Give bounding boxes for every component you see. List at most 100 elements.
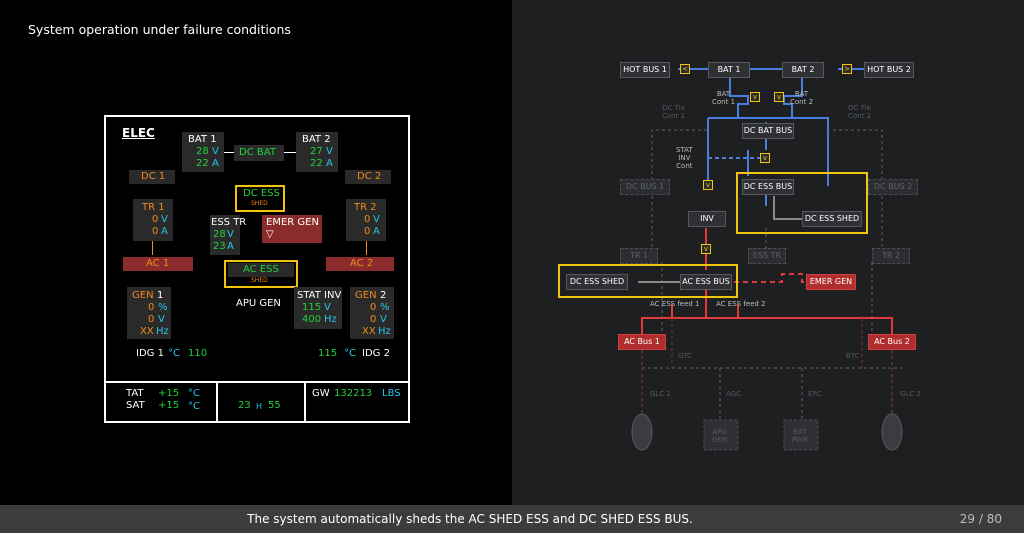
ac-ess-label: AC ESS (243, 264, 279, 275)
gen2-pct: 0 (370, 302, 377, 313)
hot-bus-1-node: HOT BUS 1 (620, 62, 670, 78)
stat-inv-cont-label: STAT INV Cont (676, 146, 693, 170)
idg2-temp: 115 (318, 348, 338, 359)
tr1-amps: 0 (152, 226, 159, 237)
tr2-label: TR 2 (354, 202, 377, 213)
right-panel: HOT BUS 1 < BAT 1 BAT 2 > HOT BUS 2 v BA… (512, 0, 1024, 505)
bat-2-node: BAT 2 (782, 62, 824, 78)
tr2-a-unit: A (373, 226, 380, 237)
gen1-pct: 0 (148, 302, 155, 313)
bat-cont-1-label: BAT Cont 1 (712, 90, 736, 106)
hot-bus-2-node: HOT BUS 2 (864, 62, 914, 78)
slide-caption: The system automatically sheds the AC SH… (247, 512, 693, 526)
apu-gen-label: APU GEN (712, 428, 728, 444)
dc-ess-shed-node: DC ESS SHED (802, 211, 862, 227)
time-hours: 23 (238, 400, 251, 411)
bat2-v-unit: V (326, 146, 333, 157)
emer-gen-triangle-icon: ▽ (266, 229, 274, 240)
gw-label: GW (312, 388, 330, 399)
dc-bat-bus-node: DC BAT BUS (742, 123, 794, 139)
gen1-label: GEN (132, 290, 154, 301)
tr2-amps: 0 (364, 226, 371, 237)
tr1-ac1-line (152, 241, 153, 255)
sat-value: +15 (158, 400, 180, 411)
ess-tr-amps: 23 (213, 241, 226, 252)
inv-node: INV (688, 211, 726, 227)
tat-label: TAT (126, 388, 144, 399)
inv-ac-arrow-icon: v (701, 244, 711, 254)
epc-label: EPC (808, 390, 822, 398)
gen2-number: 2 (380, 290, 387, 301)
gw-unit: LBS (382, 388, 401, 399)
idg2-unit: °C (344, 348, 356, 359)
dc1-label: DC 1 (141, 171, 166, 182)
ess-tr-node: ESS TR (748, 248, 786, 264)
ess-tr-a-unit: A (227, 241, 234, 252)
tr1-volts: 0 (152, 214, 159, 225)
sat-label: SAT (126, 400, 145, 411)
emer-gen-label: EMER GEN (266, 217, 319, 228)
dc-ess-shed: SHED (251, 200, 268, 207)
agc-label: AGC (726, 390, 741, 398)
tr2-volts: 0 (364, 214, 371, 225)
ecam-elec-page: ELEC BAT 1 28 V 22 A BAT 2 27 V 22 A DC … (104, 115, 410, 423)
ecam-title: ELEC (122, 126, 155, 140)
gen1-hz-unit: Hz (156, 326, 169, 337)
gen2-volts: 0 (370, 314, 377, 325)
bat2-volts: 27 (310, 146, 323, 157)
tr-2-node: TR 2 (872, 248, 910, 264)
gtc-label: GTC (678, 352, 692, 360)
bat1-dcbat-line (224, 152, 234, 153)
ac-ess-feed-wiring (734, 273, 810, 283)
ext-pwr-label: EXT PWR (792, 428, 809, 444)
gw-value: 132213 (334, 388, 373, 399)
dc-ess-label: DC ESS (243, 188, 280, 199)
tat-value: +15 (158, 388, 180, 399)
bat1-volts: 28 (196, 146, 209, 157)
idg1-temp: 110 (188, 348, 208, 359)
gen-pods (631, 413, 903, 451)
gen2-hz: XX (362, 326, 376, 337)
emer-gen-node: EMER GEN (806, 274, 856, 290)
bat1-a-unit: A (212, 158, 219, 169)
ess-tr-volts: 28 (213, 229, 226, 240)
ac-ess-feed-1-label: AC ESS feed 1 (650, 300, 700, 308)
tat-unit: °C (188, 388, 200, 399)
tr1-a-unit: A (161, 226, 168, 237)
hot-bus-2-arrow-icon: > (842, 64, 852, 74)
tr1-label: TR 1 (142, 202, 165, 213)
dc2-label: DC 2 (357, 171, 382, 182)
stat-inv-arrow-icon: v (760, 153, 770, 163)
dc-tie-cont-2-label: DC Tie Cont 2 (848, 104, 872, 120)
gen1-volts: 0 (148, 314, 155, 325)
lower-divider-right (304, 381, 306, 423)
lower-divider-left (216, 381, 218, 423)
idg1-label: IDG 1 (136, 348, 164, 359)
dc-tie-cont-1-label: DC Tie Cont 1 (662, 104, 686, 120)
dc-bus-1-node: DC BUS 1 (620, 179, 670, 195)
sat-unit: °C (188, 401, 200, 412)
ac-ess-bus-node: AC ESS BUS (680, 274, 732, 290)
ac-ess-shed: SHED (251, 277, 268, 284)
gen1-pct-unit: % (158, 302, 168, 313)
ac-dc-ess-shed-node: DC ESS SHED (566, 274, 628, 290)
bat-cont-2-arrow-icon: v (774, 92, 784, 102)
tr2-ac2-line (366, 241, 367, 255)
lower-divider (106, 381, 408, 383)
idg1-unit: °C (168, 348, 180, 359)
left-panel: System operation under failure condition… (0, 0, 512, 505)
idg2-label: IDG 2 (362, 348, 390, 359)
inactive-ac-wiring (641, 318, 893, 420)
ess-tr-v-unit: V (227, 229, 234, 240)
slide-title: System operation under failure condition… (28, 22, 291, 37)
dc-ess-bus-node: DC ESS BUS (742, 179, 794, 195)
hot-bus-1-arrow-icon: < (680, 64, 690, 74)
bat2-label: BAT 2 (302, 134, 331, 145)
ac-ess-feed-2-label: AC ESS feed 2 (716, 300, 766, 308)
ac1-label: AC 1 (146, 258, 170, 269)
stat-inv-v-unit: V (324, 302, 331, 313)
gen1-number: 1 (157, 290, 164, 301)
stat-inv-hz-unit: Hz (324, 314, 337, 325)
bat1-v-unit: V (212, 146, 219, 157)
dc-bus-2-node: DC BUS 2 (868, 179, 918, 195)
